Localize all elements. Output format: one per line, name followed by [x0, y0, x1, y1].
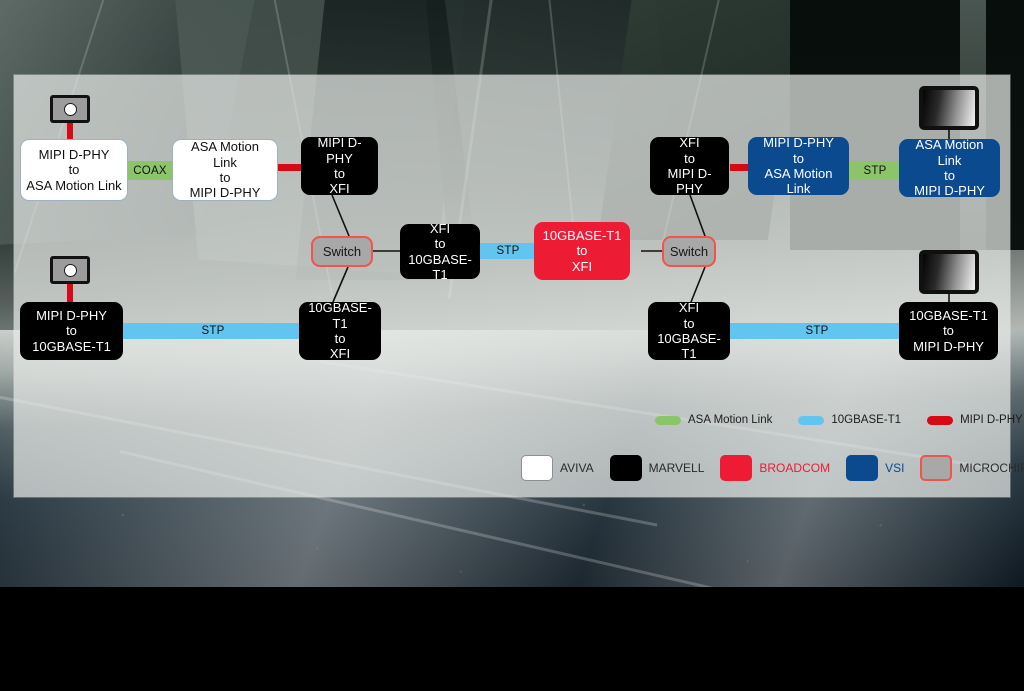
node-xfi-to-10gbase-t1-right[interactable]: XFI to 10GBASE-T1: [648, 300, 730, 362]
legend-item-10gbase-t1: 10GBASE-T1: [798, 414, 901, 426]
node-mipi-dphy-to-10gbase-t1[interactable]: MIPI D-PHY to 10GBASE-T1: [20, 302, 123, 360]
node-mipi-dphy-to-asa-motion-link-vsi[interactable]: MIPI D-PHY to ASA Motion Link: [748, 135, 849, 197]
camera-lens-icon: [63, 263, 77, 277]
legend-item-microchip: MICROCHIP: [920, 455, 1024, 481]
legend-item-asa-motion-link: ASA Motion Link: [655, 414, 772, 426]
legend-vendors: AVIVA MARVELL BROADCOM VSI MICROCHIP: [521, 455, 1024, 481]
node-switch-right[interactable]: Switch: [662, 236, 716, 267]
node-line: to: [219, 170, 231, 185]
node-mipi-dphy-to-asa-motion-link[interactable]: MIPI D-PHY to ASA Motion Link: [20, 139, 128, 201]
node-line: 10GBASE-T1: [308, 300, 372, 331]
node-10gbase-t1-to-xfi-broadcom[interactable]: 10GBASE-T1 to XFI: [534, 222, 630, 280]
camera-icon: [50, 95, 90, 123]
node-line: XFI: [571, 258, 593, 274]
connector-wires: [331, 127, 950, 304]
legend-link-media: ASA Motion Link 10GBASE-T1 MIPI D-PHY: [655, 414, 1023, 426]
node-line: 10GBASE-T1: [657, 331, 721, 362]
node-line: XFI: [429, 220, 451, 236]
node-line: XFI: [678, 300, 700, 316]
node-switch-left[interactable]: Switch: [311, 236, 373, 267]
node-line: MIPI D-PHY: [189, 185, 261, 201]
node-line: to: [576, 243, 588, 259]
node-line: to: [334, 331, 346, 346]
link-coax-n1-n2: COAX: [126, 161, 174, 180]
legend-label: ASA Motion Link: [688, 414, 773, 426]
link-label: COAX: [133, 164, 167, 177]
node-line: ASA Motion Link: [26, 177, 122, 193]
camera-icon: [50, 256, 90, 284]
node-10gbase-t1-to-mipi-dphy[interactable]: 10GBASE-T1 to MIPI D-PHY: [899, 302, 998, 360]
node-line: Switch: [669, 243, 709, 259]
node-line: MIPI D-PHY: [667, 166, 712, 197]
legend-label: MICROCHIP: [959, 461, 1024, 475]
node-line: to: [684, 150, 695, 166]
node-line: to: [793, 150, 804, 166]
legend-item-broadcom: BROADCOM: [720, 455, 830, 481]
node-line: XFI: [679, 135, 700, 151]
screenshot-root: COAX STP STP STP STP MIPI D-PHY to ASA M…: [0, 0, 1024, 691]
node-asa-motion-link-to-mipi-dphy[interactable]: ASA Motion Link to MIPI D-PHY: [172, 139, 278, 201]
node-line: Switch: [322, 243, 362, 259]
link-label: STP: [496, 245, 520, 257]
display-icon: [919, 86, 979, 130]
legend-label: BROADCOM: [759, 461, 831, 475]
legend-item-mipi-dphy: MIPI D-PHY: [927, 414, 1023, 426]
node-line: 10GBASE-T1: [909, 308, 988, 323]
legend-swatch-icon: [798, 415, 825, 425]
legend-label: MIPI D-PHY: [960, 414, 1023, 426]
node-mipi-dphy-to-xfi[interactable]: MIPI D-PHY to XFI: [301, 135, 378, 197]
display-icon: [919, 250, 979, 294]
node-asa-motion-link-to-mipi-dphy-vsi[interactable]: ASA Motion Link to MIPI D-PHY: [899, 137, 1000, 199]
legend-swatch-icon: [609, 455, 642, 481]
legend-label: VSI: [885, 461, 905, 475]
node-line: ASA Motion Link: [764, 166, 833, 197]
node-xfi-to-mipi-dphy[interactable]: XFI to MIPI D-PHY: [650, 135, 729, 197]
node-line: 10GBASE-T1: [542, 228, 622, 243]
link-label: STP: [805, 325, 829, 337]
node-line: MIPI D-PHY: [914, 183, 985, 199]
link-stp-n13-n14: STP: [730, 323, 904, 339]
legend-item-marvell: MARVELL: [609, 455, 705, 481]
node-line: XFI: [329, 346, 351, 362]
node-line: to: [434, 236, 446, 252]
node-line: to: [68, 162, 80, 178]
link-stp-n11-n12: STP: [122, 323, 304, 339]
legend-swatch-icon: [920, 455, 953, 481]
node-line: 10GBASE-T1: [32, 338, 111, 354]
node-line: XFI: [329, 181, 350, 197]
node-line: MIPI D-PHY: [36, 308, 107, 323]
node-line: to: [334, 166, 345, 181]
node-line: MIPI D-PHY: [913, 338, 984, 354]
node-line: to: [683, 315, 695, 331]
node-xfi-to-10gbase-t1[interactable]: XFI to 10GBASE-T1: [400, 220, 480, 282]
legend-swatch-icon: [927, 415, 954, 425]
node-line: ASA Motion Link: [915, 137, 984, 168]
node-line: to: [943, 323, 954, 339]
legend-swatch-icon: [521, 455, 553, 481]
legend-item-aviva: AVIVA: [521, 455, 594, 481]
node-line: ASA Motion Link: [191, 139, 259, 170]
legend-label: 10GBASE-T1: [831, 414, 902, 426]
legend-item-vsi: VSI: [846, 455, 904, 481]
node-line: MIPI D-PHY: [38, 147, 110, 162]
link-stp-n9-n10: STP: [849, 161, 901, 180]
legend-swatch-icon: [846, 455, 879, 481]
camera-lens-icon: [63, 102, 77, 116]
node-line: to: [944, 168, 955, 183]
node-10gbase-t1-to-xfi-left[interactable]: 10GBASE-T1 to XFI: [299, 300, 381, 362]
link-label: STP: [863, 164, 887, 177]
node-line: MIPI D-PHY: [317, 135, 362, 166]
node-line: 10GBASE-T1: [408, 251, 472, 282]
legend-swatch-icon: [655, 415, 681, 425]
legend-label: AVIVA: [560, 461, 594, 475]
legend-label: MARVELL: [648, 461, 705, 475]
node-line: to: [66, 323, 77, 339]
legend-swatch-icon: [720, 455, 753, 481]
link-stp-n5-n6: STP: [479, 243, 537, 259]
link-label: STP: [201, 325, 225, 337]
node-line: MIPI D-PHY: [763, 135, 834, 151]
